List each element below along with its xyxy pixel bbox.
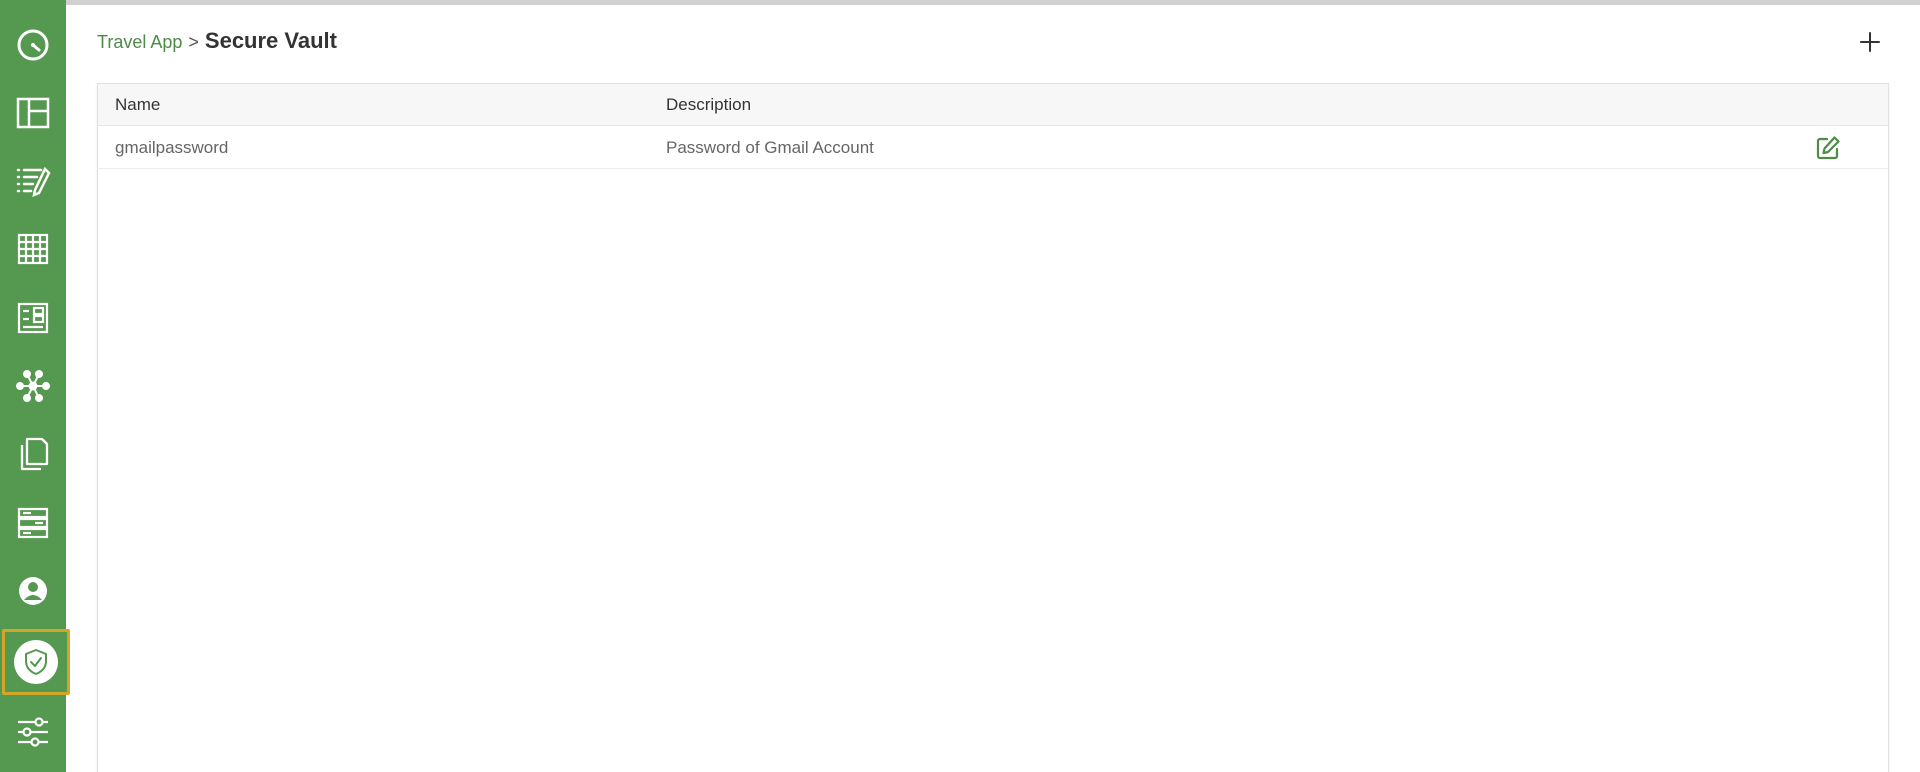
sidebar-item-secure-vault[interactable] (2, 629, 70, 695)
documents-icon (20, 437, 49, 471)
edit-icon (1816, 136, 1840, 160)
sidebar-item-dashboard[interactable] (0, 11, 66, 79)
sidebar (0, 0, 70, 772)
sidebar-item-list-edit[interactable] (0, 147, 66, 215)
sidebar-item-layout[interactable] (0, 79, 66, 147)
sidebar-item-table[interactable] (0, 215, 66, 283)
server-icon (17, 507, 49, 539)
edit-button[interactable] (1815, 135, 1841, 161)
gauge-icon (17, 29, 49, 61)
sidebar-item-network[interactable] (0, 352, 66, 420)
top-divider (66, 0, 1920, 5)
sidebar-item-form[interactable] (0, 284, 66, 352)
column-header-name[interactable]: Name (115, 84, 160, 126)
column-header-description[interactable]: Description (666, 84, 751, 126)
breadcrumb-app-link[interactable]: Travel App (97, 32, 182, 53)
active-indicator (14, 640, 58, 684)
sidebar-item-documents[interactable] (0, 420, 66, 488)
shield-check-icon (25, 649, 47, 675)
table-icon (17, 233, 49, 265)
form-icon (17, 302, 49, 334)
sidebar-item-settings[interactable] (0, 698, 66, 766)
sidebar-item-user[interactable] (0, 557, 66, 625)
breadcrumb: Travel App > Secure Vault (97, 28, 337, 54)
table-header: Name Description (98, 84, 1888, 126)
sidebar-item-server[interactable] (0, 489, 66, 557)
sliders-icon (18, 717, 48, 747)
plus-icon (1860, 32, 1880, 52)
list-edit-icon (16, 166, 51, 198)
cell-description: Password of Gmail Account (666, 138, 874, 157)
user-circle-icon (19, 577, 47, 605)
vault-table: Name Description gmailpassword Password … (97, 83, 1889, 772)
network-icon (16, 370, 50, 402)
table-row[interactable]: gmailpassword Password of Gmail Account (98, 126, 1888, 169)
page-title: Secure Vault (204, 28, 337, 53)
app-root: Travel App > Secure Vault Name Descripti… (0, 0, 1920, 772)
add-button[interactable] (1854, 26, 1886, 58)
layout-icon (16, 97, 50, 129)
breadcrumb-separator: > (188, 32, 199, 52)
cell-name: gmailpassword (115, 138, 229, 157)
